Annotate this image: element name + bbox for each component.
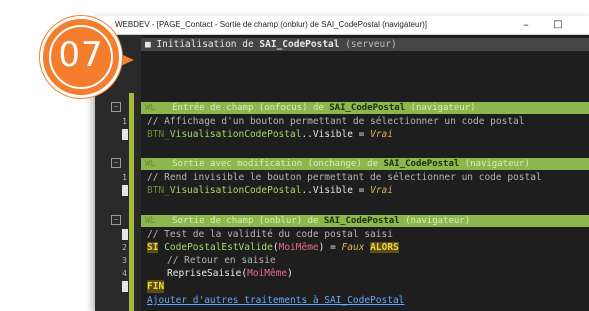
maximize-button[interactable]: □ <box>543 16 573 35</box>
minimize-button[interactable]: – <box>511 16 541 35</box>
add-processing-line: Ajouter d'autres traitements à SAI_CodeP… <box>95 294 589 307</box>
code-line[interactable]: 4 RepriseSaisie(MoiMême) <box>95 267 589 280</box>
section-header-onchange[interactable]: WL Sortie avec modification (onchange) d… <box>145 158 530 170</box>
window-title: WEBDEV - [PAGE_Contact - Sortie de champ… <box>115 20 427 29</box>
step-badge: 07 <box>40 16 122 98</box>
collapse-toggle-icon[interactable]: − <box>111 215 121 225</box>
code-line[interactable]: 1 // Rend invisible le bouton permettant… <box>95 171 589 184</box>
init-header[interactable]: ■ Initialisation de SAI_CodePostal (serv… <box>145 38 397 51</box>
line-marker <box>122 229 128 240</box>
section-header-onblur[interactable]: WL Sortie de champ (onblur) de SAI_CodeP… <box>145 215 470 227</box>
section-header-onfocus[interactable]: WL Entrée de champ (onfocus) de SAI_Code… <box>145 102 476 114</box>
title-bar: WEBDEV - [PAGE_Contact - Sortie de champ… <box>95 16 589 35</box>
collapse-toggle-icon[interactable]: − <box>111 158 121 168</box>
code-editor[interactable]: ■ Initialisation de SAI_CodePostal (serv… <box>95 35 589 311</box>
badge-number: 07 <box>58 35 104 75</box>
line-marker <box>122 281 128 292</box>
code-line[interactable]: 2 SI CodePostalEstValide(MoiMême) = Faux… <box>95 241 589 254</box>
line-marker <box>122 129 128 140</box>
add-processing-link[interactable]: Ajouter d'autres traitements à SAI_CodeP… <box>147 294 404 307</box>
code-line[interactable]: 2 BTN_VisualisationCodePostal..Visible =… <box>95 184 589 197</box>
code-line[interactable]: 5 FIN <box>95 280 589 293</box>
code-line[interactable]: 1 // Affichage d'un bouton permettant de… <box>95 115 589 128</box>
code-line[interactable]: 1 // Test de la validité du code postal … <box>95 228 589 241</box>
line-marker <box>122 185 128 196</box>
code-line[interactable]: 2 BTN_VisualisationCodePostal..Visible =… <box>95 128 589 141</box>
code-editor-window: WEBDEV - [PAGE_Contact - Sortie de champ… <box>95 16 589 311</box>
init-header-icon: ■ <box>145 39 157 50</box>
collapse-toggle-icon[interactable]: − <box>111 102 121 112</box>
code-line[interactable]: 3 // Retour en saisie <box>95 254 589 267</box>
